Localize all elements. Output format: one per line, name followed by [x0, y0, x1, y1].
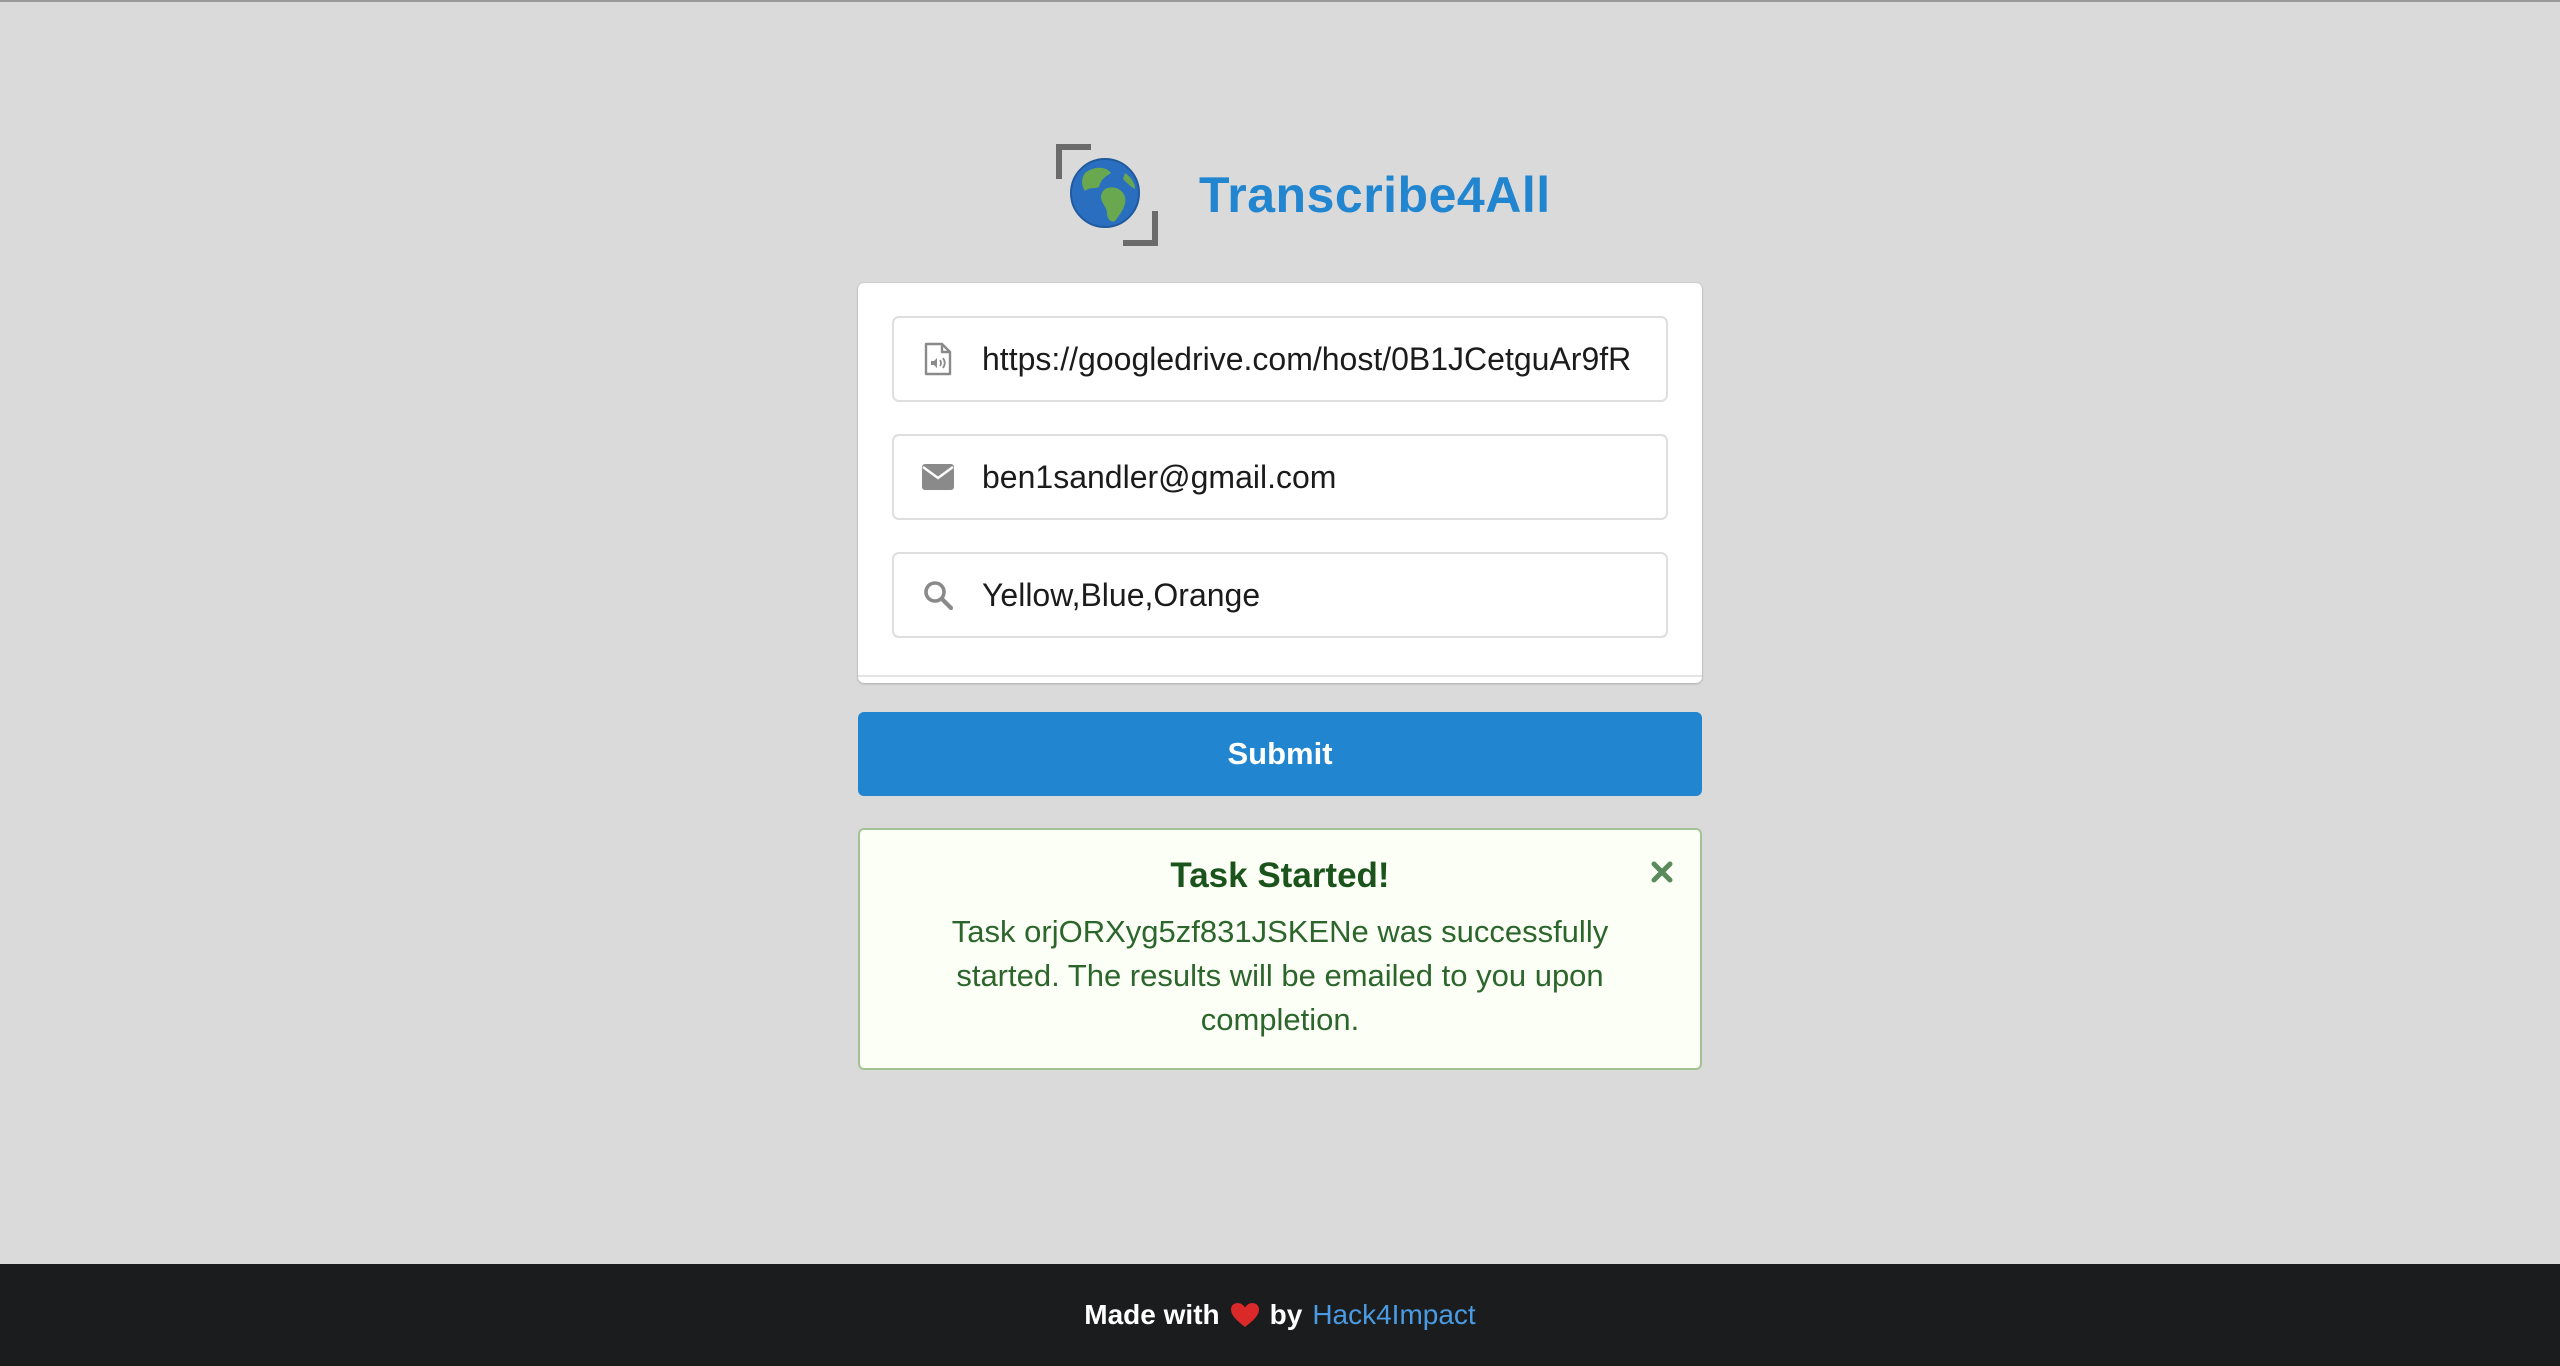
app-title: Transcribe4All: [1199, 167, 1551, 223]
close-icon[interactable]: [1646, 856, 1678, 888]
card-divider: [858, 675, 1702, 677]
audio-file-icon: [894, 318, 982, 400]
heart-icon: [1230, 1302, 1260, 1328]
message-body: Task orjORXyg5zf831JSKENe was successful…: [951, 914, 1609, 1037]
email-field[interactable]: [892, 434, 1668, 520]
footer-by: by: [1269, 1299, 1303, 1330]
footer-made-with: Made with: [1084, 1299, 1220, 1330]
envelope-icon: [894, 436, 982, 518]
top-border: [0, 0, 2560, 2]
keywords-field[interactable]: [892, 552, 1668, 638]
form-card: [858, 283, 1702, 683]
search-icon: [894, 554, 982, 636]
keywords-input[interactable]: [982, 554, 1666, 636]
file-url-field[interactable]: [892, 316, 1668, 402]
success-message: Task Started! Task orjORXyg5zf831JSKENe …: [858, 828, 1702, 1070]
message-title: Task Started!: [1170, 856, 1390, 895]
file-url-input[interactable]: [982, 318, 1666, 400]
globe-frame-icon: [1055, 143, 1159, 247]
email-input[interactable]: [982, 436, 1666, 518]
brand-header: Transcribe4All: [1055, 140, 1551, 250]
footer: Made with by Hack4Impact: [0, 1264, 2560, 1366]
submit-button[interactable]: Submit: [858, 712, 1702, 796]
hack4impact-link[interactable]: Hack4Impact: [1312, 1299, 1475, 1331]
